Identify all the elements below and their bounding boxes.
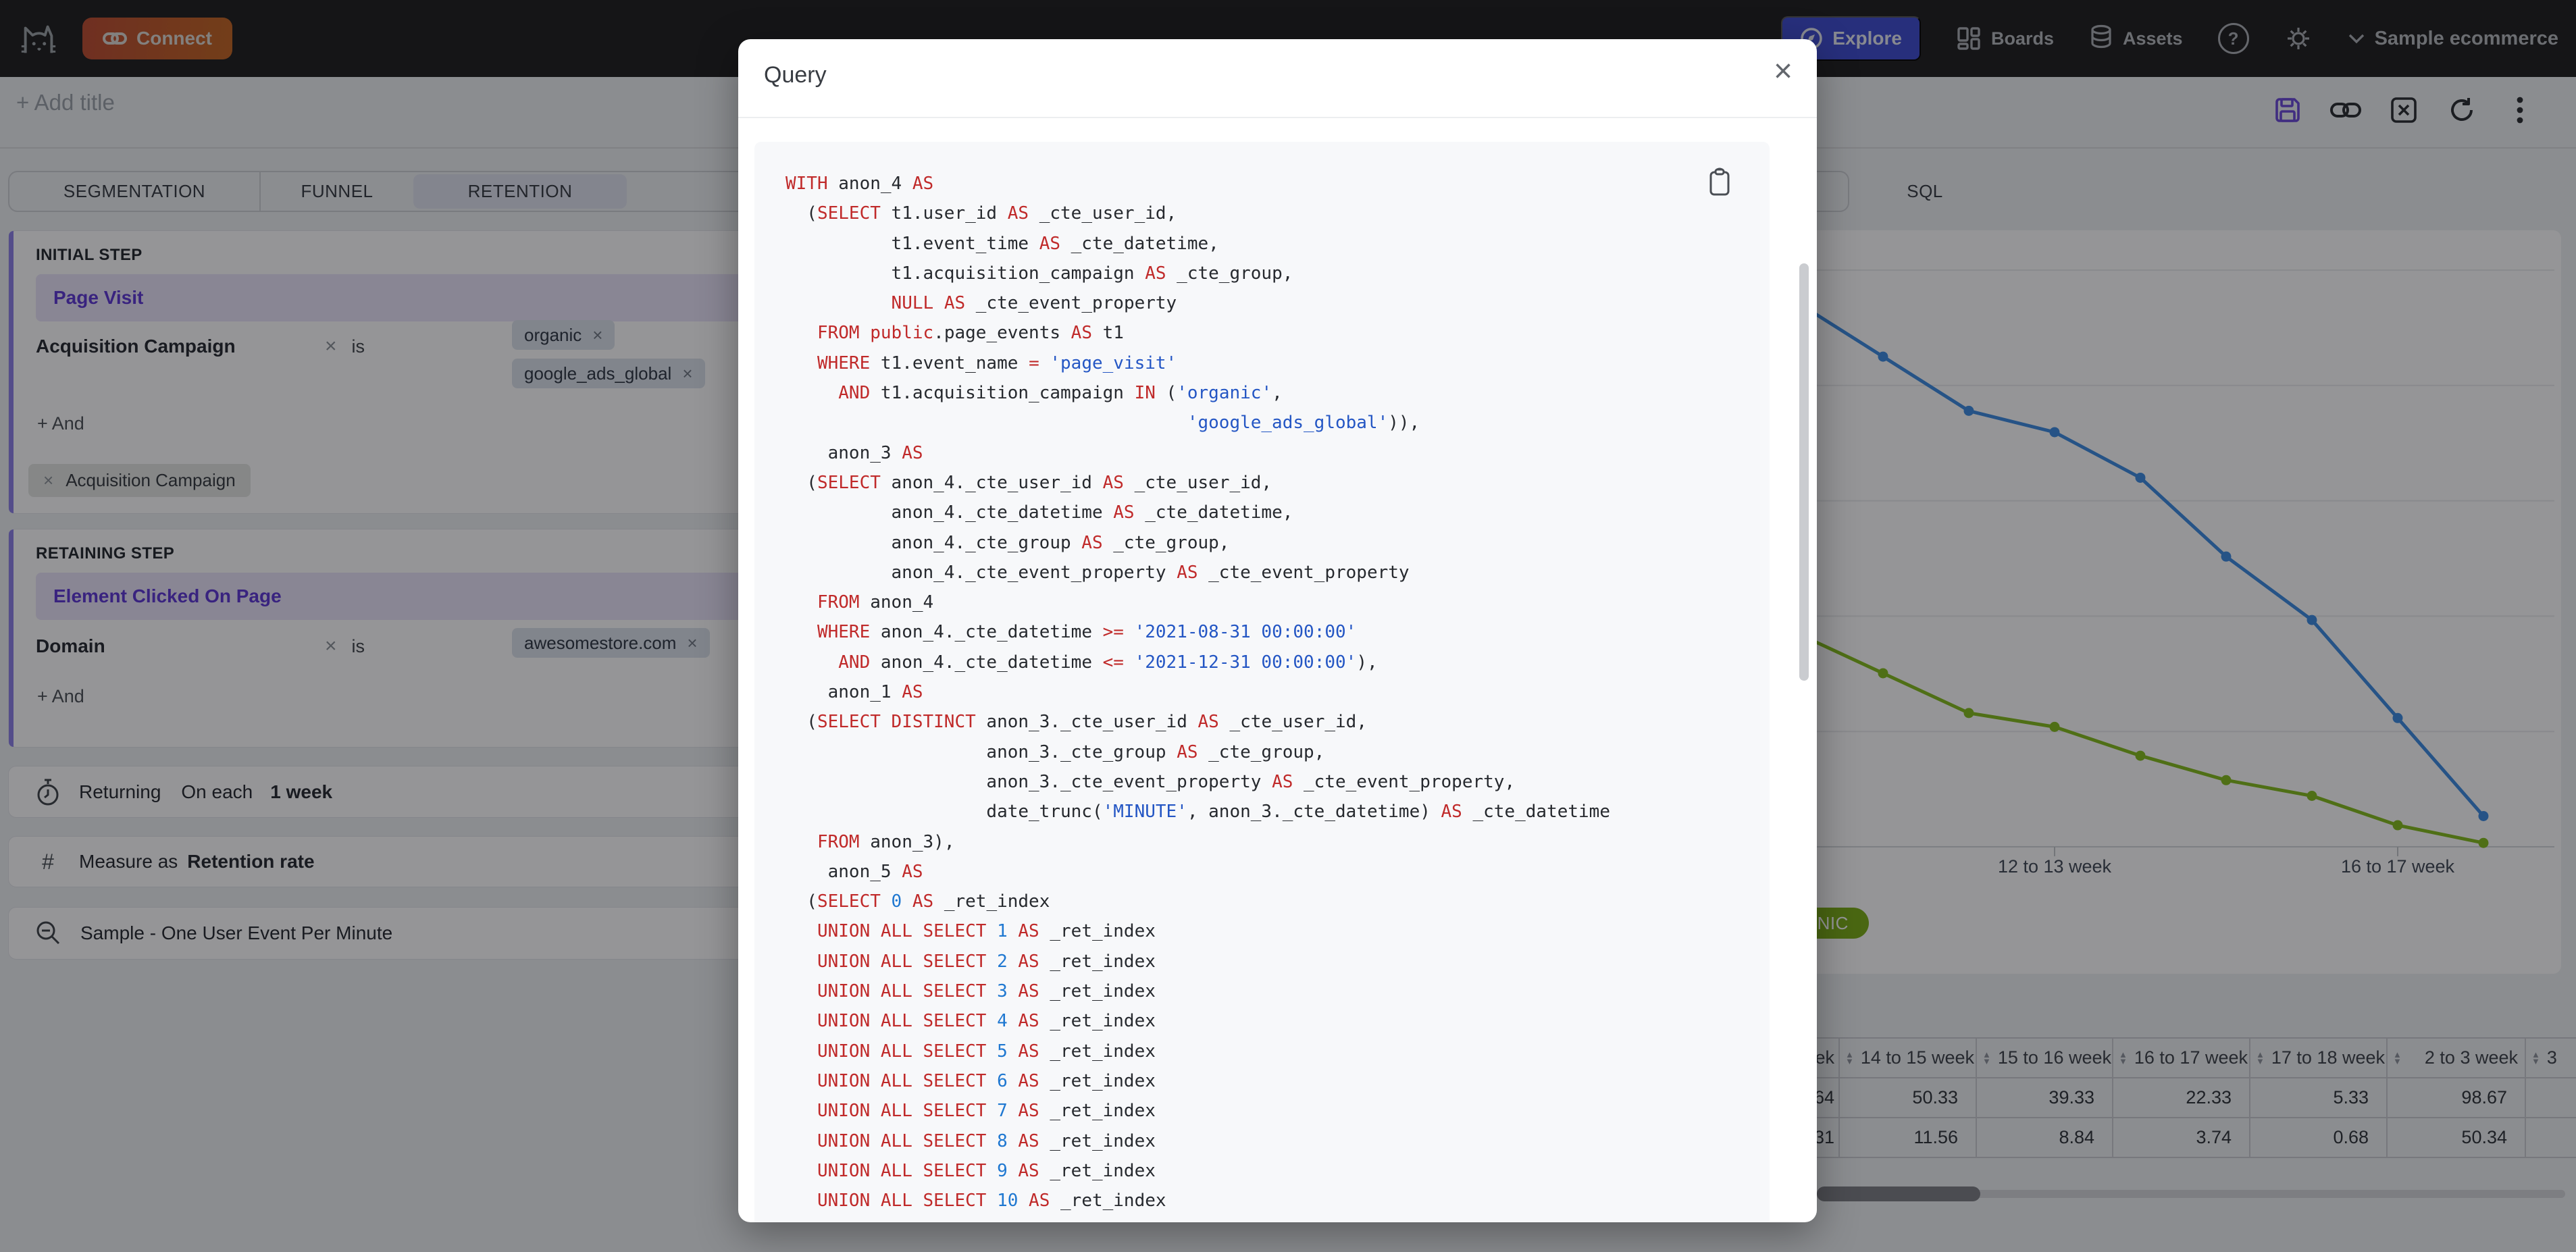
sql-code-line: t1.event_time AS _cte_datetime, <box>785 233 1219 254</box>
sql-code-line: anon_4._cte_group AS _cte_group, <box>785 532 1230 553</box>
modal-header-divider <box>738 117 1817 118</box>
sql-code-line: anon_3._cte_event_property AS _cte_event… <box>785 771 1516 792</box>
sql-code-line: date_trunc('MINUTE', anon_3._cte_datetim… <box>785 802 1610 823</box>
sql-code-line: AND anon_4._cte_datetime <= '2021-12-31 … <box>838 652 1378 673</box>
sql-code-line: 'google_ads_global')), <box>1187 413 1420 434</box>
sql-code-line: FROM anon_3), <box>817 831 955 852</box>
sql-code-line: (SELECT t1.user_id AS _cte_user_id, <box>785 203 1177 224</box>
sql-code-line: anon_1 AS <box>785 682 923 703</box>
sql-code-line: anon_4._cte_event_property AS _cte_event… <box>785 562 1410 583</box>
sql-code-line: UNION ALL SELECT 9 AS _ret_index <box>817 1160 1156 1181</box>
sql-code-line: UNION ALL SELECT 5 AS _ret_index <box>817 1041 1156 1062</box>
copy-to-clipboard-icon[interactable] <box>1707 167 1732 197</box>
sql-code-line: anon_3._cte_group AS _cte_group, <box>785 741 1325 762</box>
sql-code-line: FROM anon_4 <box>817 592 934 613</box>
modal-close-icon[interactable]: × <box>1774 53 1793 90</box>
sql-code-line: UNION ALL SELECT 1 AS _ret_index <box>817 921 1156 942</box>
modal-title: Query <box>764 62 827 88</box>
sql-code-line: (SELECT 0 AS _ret_index <box>785 891 1050 912</box>
sql-code-block: WITH anon_4 AS (SELECT t1.user_id AS _ct… <box>754 142 1770 1222</box>
query-modal: Query × WITH anon_4 AS (SELECT t1.user_i… <box>738 39 1817 1222</box>
sql-code-line: UNION ALL SELECT 6 AS _ret_index <box>817 1070 1156 1091</box>
sql-code-line: (SELECT DISTINCT anon_3._cte_user_id AS … <box>785 712 1367 733</box>
sql-code-line: anon_5 AS <box>785 861 923 882</box>
sql-code-line: UNION ALL SELECT 10 AS _ret_index <box>817 1191 1166 1211</box>
sql-code-line: WHERE anon_4._cte_datetime >= '2021-08-3… <box>817 622 1357 643</box>
sql-code-line: t1.acquisition_campaign AS _cte_group, <box>785 263 1293 284</box>
sql-code: WITH anon_4 AS (SELECT t1.user_id AS _ct… <box>785 169 1756 1222</box>
sql-code-line: (SELECT anon_4._cte_user_id AS _cte_user… <box>785 472 1272 493</box>
sql-code-line: UNION ALL SELECT 11 AS _ret_index <box>785 1216 1756 1222</box>
sql-code-line: FROM public.page_events AS t1 <box>817 323 1124 344</box>
sql-code-line: WITH anon_4 AS <box>785 174 934 194</box>
sql-code-line: AND t1.acquisition_campaign IN ('organic… <box>838 383 1283 404</box>
sql-code-line: UNION ALL SELECT 8 AS _ret_index <box>817 1130 1156 1151</box>
sql-code-line: WHERE t1.event_name = 'page_visit' <box>817 353 1177 373</box>
sql-code-line: UNION ALL SELECT 4 AS _ret_index <box>817 1011 1156 1032</box>
sql-code-line: NULL AS _cte_event_property <box>891 293 1177 314</box>
sql-code-line: anon_4._cte_datetime AS _cte_datetime, <box>785 502 1293 523</box>
sql-code-line: UNION ALL SELECT 2 AS _ret_index <box>817 951 1156 972</box>
sql-code-line: UNION ALL SELECT 3 AS _ret_index <box>817 981 1156 1002</box>
modal-scrollbar-thumb[interactable] <box>1799 263 1809 681</box>
sql-code-line: UNION ALL SELECT 7 AS _ret_index <box>817 1101 1156 1122</box>
sql-code-line: anon_3 AS <box>785 442 923 463</box>
